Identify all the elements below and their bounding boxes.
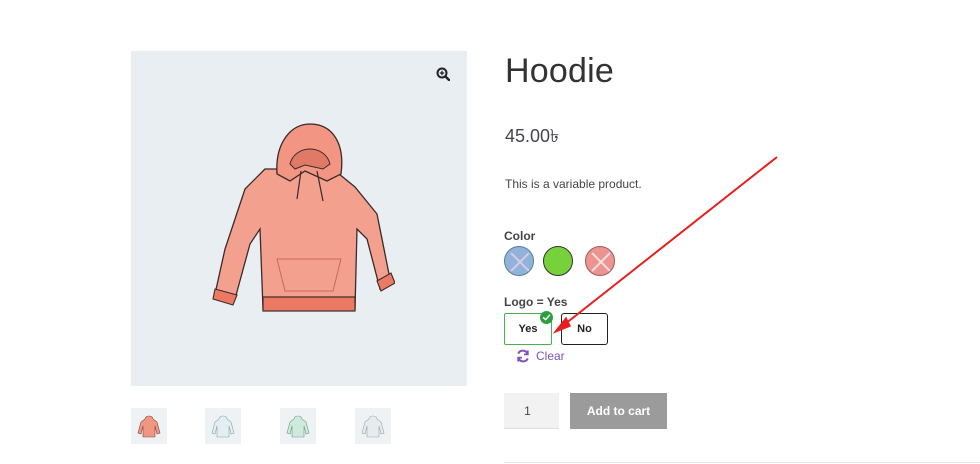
clear-label: Clear: [536, 349, 565, 363]
logo-attribute-label: Logo = Yes: [504, 295, 568, 309]
hoodie-thumbnail-icon: [211, 415, 235, 438]
color-attribute-label: Color: [504, 229, 536, 243]
add-to-cart-button[interactable]: Add to cart: [570, 393, 667, 429]
selected-check-icon: [540, 311, 553, 324]
unavailable-cross-icon: [510, 252, 530, 272]
logo-option-no[interactable]: No: [561, 313, 608, 345]
thumbnail-hoodie-mint[interactable]: [280, 408, 316, 444]
unavailable-cross-icon: [591, 252, 611, 272]
hoodie-image: [212, 123, 395, 312]
product-title: Hoodie: [505, 52, 614, 90]
product-price: 45.00৳: [505, 126, 560, 146]
clear-selection-link[interactable]: Clear: [516, 348, 565, 364]
thumbnail-hoodie-pink[interactable]: [131, 408, 167, 444]
product-description: This is a variable product.: [505, 177, 642, 191]
color-swatch-blue[interactable]: [504, 246, 534, 276]
color-swatch-green[interactable]: [543, 246, 573, 276]
hoodie-thumbnail-icon: [137, 415, 161, 438]
divider: [504, 462, 980, 463]
color-swatch-pink[interactable]: [585, 246, 615, 276]
quantity-input[interactable]: [504, 393, 559, 429]
refresh-icon: [517, 349, 529, 363]
hoodie-thumbnail-icon: [361, 415, 385, 438]
thumbnail-hoodie-light-blue[interactable]: [205, 408, 241, 444]
thumbnail-hoodie-pale[interactable]: [355, 408, 391, 444]
zoom-in-icon[interactable]: [436, 67, 450, 81]
hoodie-thumbnail-icon: [286, 415, 310, 438]
